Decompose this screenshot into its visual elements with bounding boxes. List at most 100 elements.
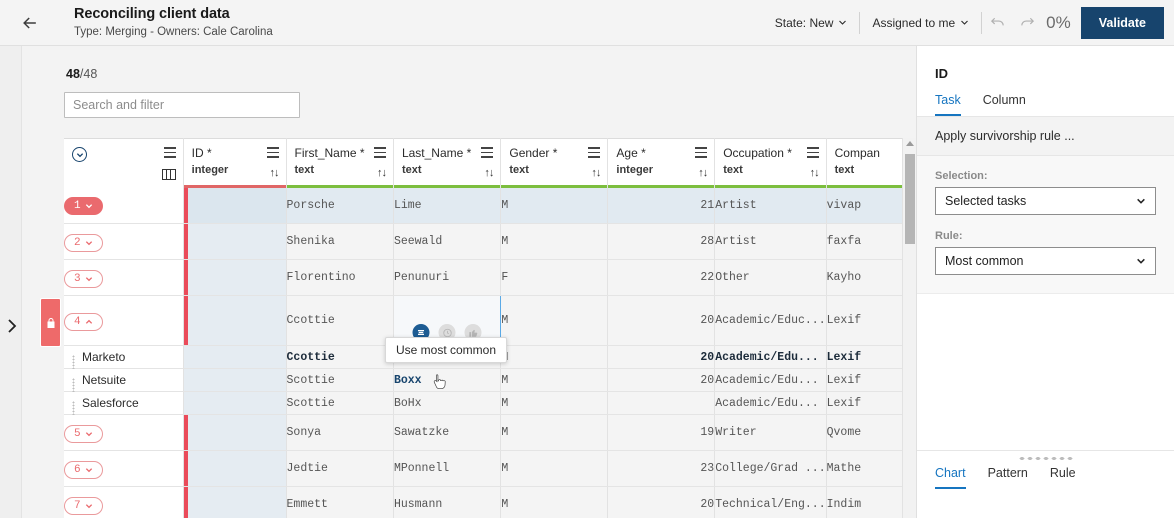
- row-badge[interactable]: 2: [64, 233, 103, 252]
- cell-occupation[interactable]: Artist: [714, 187, 827, 224]
- cell-gender[interactable]: M: [500, 450, 609, 487]
- cell-id[interactable]: [183, 223, 287, 260]
- cell-age[interactable]: 23: [607, 450, 716, 487]
- tab-rule[interactable]: Rule: [1050, 466, 1076, 489]
- scrollbar-thumb[interactable]: [905, 154, 915, 244]
- cell-last-name[interactable]: Sawatzke: [393, 414, 502, 451]
- row-header[interactable]: 7: [64, 486, 184, 518]
- cell-occupation[interactable]: Academic/Educ...: [714, 295, 827, 346]
- selection-dropdown[interactable]: Selected tasks: [935, 187, 1156, 215]
- cell-gender[interactable]: M: [500, 368, 609, 392]
- sort-icon[interactable]: ↑↓: [270, 167, 280, 179]
- cell-first-name[interactable]: Shenika: [286, 223, 394, 260]
- cell-gender[interactable]: M: [500, 187, 609, 224]
- row-lock-badge[interactable]: [40, 298, 61, 347]
- row-badge[interactable]: 3: [64, 269, 103, 288]
- cell-last-name[interactable]: BoHx: [393, 391, 502, 415]
- undo-button[interactable]: [982, 8, 1012, 38]
- column-menu-icon[interactable]: [373, 147, 386, 158]
- cell-occupation[interactable]: College/Grad ...: [714, 450, 827, 487]
- column-menu-icon[interactable]: [695, 147, 708, 158]
- source-row-header[interactable]: Salesforce: [64, 391, 184, 419]
- cell-id[interactable]: [183, 259, 287, 296]
- cell-age[interactable]: 22: [607, 259, 716, 296]
- table-row[interactable]: 1 Porsche Lime M 21 Artist vivap: [64, 187, 916, 224]
- grid-vertical-scrollbar[interactable]: [902, 138, 916, 518]
- cell-id[interactable]: [183, 187, 287, 224]
- table-row[interactable]: 3 Florentino Penunuri F 22 Other Kayho: [64, 259, 916, 296]
- cell-age[interactable]: 20: [607, 368, 716, 392]
- column-header-id[interactable]: ID * integer ↑↓: [183, 138, 287, 188]
- tab-task[interactable]: Task: [935, 93, 961, 116]
- sort-icon[interactable]: ↑↓: [377, 167, 387, 179]
- row-badge[interactable]: 6: [64, 460, 103, 479]
- row-badge[interactable]: 4: [64, 312, 103, 331]
- sort-icon[interactable]: ↑↓: [484, 167, 494, 179]
- column-header-age[interactable]: Age * integer ↑↓: [607, 138, 716, 188]
- row-header[interactable]: 2: [64, 223, 184, 260]
- cell-first-name[interactable]: Ccottie: [286, 295, 394, 346]
- cell-age[interactable]: 20: [607, 345, 716, 369]
- tab-pattern[interactable]: Pattern: [988, 466, 1028, 489]
- cell-last-name[interactable]: Lime: [393, 187, 502, 224]
- cell-last-name[interactable]: Husmann: [393, 486, 502, 518]
- column-header-gender[interactable]: Gender * text ↑↓: [500, 138, 609, 188]
- cell-id[interactable]: [183, 295, 287, 346]
- table-row[interactable]: 7 Emmett Husmann M 20 Technical/Eng... I…: [64, 486, 916, 518]
- cell-age[interactable]: [607, 391, 716, 415]
- table-row[interactable]: 6 Jedtie MPonnell M 23 College/Grad ... …: [64, 450, 916, 487]
- rule-dropdown[interactable]: Most common: [935, 247, 1156, 275]
- expand-left-panel-button[interactable]: [3, 318, 19, 334]
- column-header-last-name[interactable]: Last_Name * text ↑↓: [393, 138, 502, 188]
- cell-id[interactable]: [183, 414, 287, 451]
- search-input[interactable]: [65, 93, 299, 117]
- cell-age[interactable]: 19: [607, 414, 716, 451]
- tab-chart[interactable]: Chart: [935, 466, 966, 489]
- column-menu-icon[interactable]: [806, 147, 819, 158]
- cell-occupation[interactable]: Artist: [714, 223, 827, 260]
- cell-occupation[interactable]: Other: [714, 259, 827, 296]
- cell-gender[interactable]: M: [500, 295, 609, 346]
- column-menu-icon[interactable]: [163, 147, 176, 158]
- column-menu-icon[interactable]: [266, 147, 279, 158]
- column-menu-icon[interactable]: [481, 147, 494, 158]
- sort-icon[interactable]: ↑↓: [698, 167, 708, 179]
- source-row[interactable]: Salesforce Scottie BoHx M Academic/Edu..…: [64, 391, 916, 419]
- row-header[interactable]: 6: [64, 450, 184, 487]
- cell-occupation[interactable]: Academic/Edu...: [714, 391, 827, 415]
- expand-all-button[interactable]: [72, 147, 87, 162]
- cell-last-name[interactable]: MPonnell: [393, 450, 502, 487]
- cell-id[interactable]: [183, 391, 287, 415]
- row-header[interactable]: 4: [64, 295, 184, 346]
- row-badge[interactable]: 5: [64, 424, 103, 443]
- cell-id[interactable]: [183, 368, 287, 392]
- source-row[interactable]: Netsuite Scottie Boxx M 20 Academic/Edu.…: [64, 368, 916, 396]
- cell-age[interactable]: 20: [607, 486, 716, 518]
- cell-gender[interactable]: M: [500, 486, 609, 518]
- cell-first-name[interactable]: Sonya: [286, 414, 394, 451]
- scroll-up-arrow-icon[interactable]: [905, 141, 914, 146]
- cell-first-name[interactable]: Florentino: [286, 259, 394, 296]
- row-header[interactable]: 5: [64, 414, 184, 451]
- row-header[interactable]: 1: [64, 187, 184, 224]
- row-badge[interactable]: 1: [64, 197, 103, 216]
- cell-first-name[interactable]: Jedtie: [286, 450, 394, 487]
- cell-first-name[interactable]: Porsche: [286, 187, 394, 224]
- assignee-dropdown[interactable]: Assigned to me: [860, 16, 981, 30]
- validate-button[interactable]: Validate: [1080, 6, 1164, 39]
- table-row[interactable]: 2 Shenika Seewald M 28 Artist faxfa: [64, 223, 916, 260]
- cell-last-name[interactable]: Penunuri: [393, 259, 502, 296]
- cell-id[interactable]: [183, 450, 287, 487]
- cell-occupation[interactable]: Academic/Edu...: [714, 345, 827, 369]
- cell-first-name[interactable]: Emmett: [286, 486, 394, 518]
- cell-occupation[interactable]: Writer: [714, 414, 827, 451]
- survivorship-rule-header[interactable]: Apply survivorship rule ...: [917, 117, 1174, 156]
- cell-gender[interactable]: M: [500, 391, 609, 415]
- state-dropdown[interactable]: State: New: [763, 16, 860, 30]
- cell-gender[interactable]: F: [500, 259, 609, 296]
- sort-icon[interactable]: ↑↓: [591, 167, 601, 179]
- row-badge[interactable]: 7: [64, 496, 103, 515]
- cell-occupation[interactable]: Academic/Edu...: [714, 368, 827, 392]
- source-row-header[interactable]: Netsuite: [64, 368, 184, 396]
- back-button[interactable]: [0, 0, 60, 46]
